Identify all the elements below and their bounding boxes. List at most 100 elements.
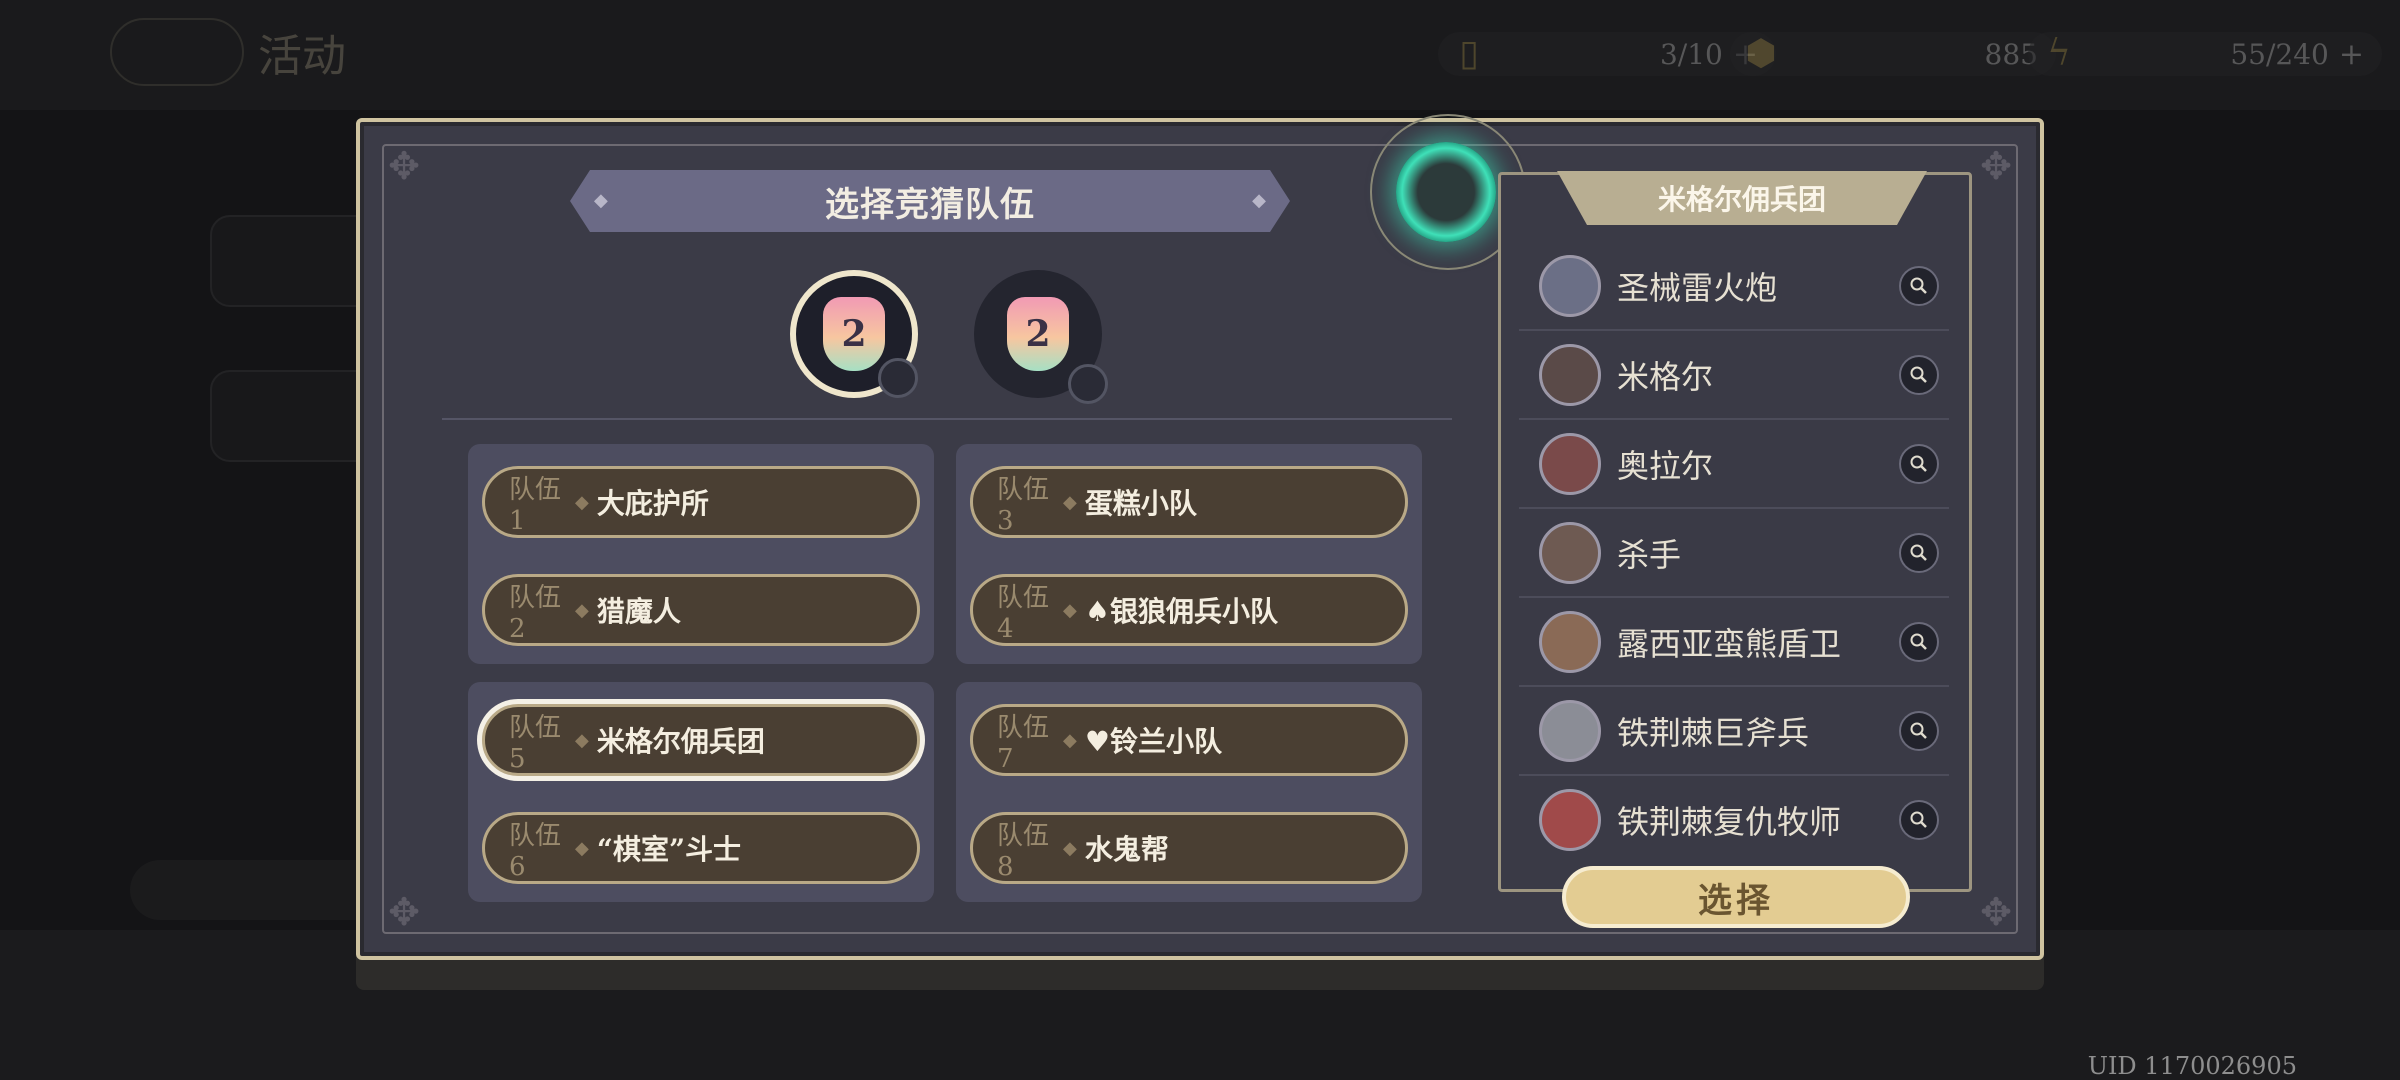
- choose-button-label: 选择: [1698, 880, 1774, 921]
- diamond-icon: ◆: [1063, 837, 1077, 859]
- member-name: 铁荆棘巨斧兵: [1617, 714, 1810, 752]
- roster-member: 露西亚蛮熊盾卫: [1519, 599, 1949, 687]
- avatar: [1539, 344, 1601, 406]
- dialog-title-ribbon: ◆ 选择竞猜队伍 ◆: [570, 170, 1290, 232]
- team-group-3: 队伍5 ◆ 米格尔佣兵团 队伍6 ◆ “棋室”斗士: [468, 682, 934, 902]
- event-emblem: [110, 18, 244, 86]
- medal-badge-icon: 2: [823, 297, 885, 371]
- roster-member: 杀手: [1519, 510, 1949, 598]
- team-option-1[interactable]: 队伍1 ◆ 大庇护所: [482, 466, 920, 538]
- team-name: 猎魔人: [596, 595, 681, 628]
- corner-ornament-icon: ✥: [1980, 890, 2012, 934]
- coin-icon: ⬢: [1745, 32, 1777, 74]
- resource-tickets[interactable]: ▯ 3/10 +: [1438, 32, 1776, 76]
- roster-header: 米格尔佣兵团: [1557, 171, 1927, 225]
- avatar: [1539, 522, 1601, 584]
- team-name: 米格尔佣兵团: [596, 725, 765, 758]
- team-option-6[interactable]: 队伍6 ◆ “棋室”斗士: [482, 812, 920, 884]
- choose-button[interactable]: 选择: [1562, 866, 1910, 928]
- user-id: UID 1170026905: [2087, 1052, 2297, 1080]
- team-group-2: 队伍3 ◆ 蛋糕小队 队伍4 ◆ ♠银狼佣兵小队: [956, 444, 1422, 664]
- team-option-5[interactable]: 队伍5 ◆ 米格尔佣兵团: [482, 704, 920, 776]
- team-code: 队伍4: [997, 582, 1050, 644]
- avatar: [1539, 611, 1601, 673]
- resource-energy[interactable]: ϟ 55/240 +: [2028, 32, 2382, 76]
- dialog-title: 选择竞猜队伍: [825, 184, 1035, 225]
- team-code: 队伍2: [509, 582, 562, 644]
- member-name: 露西亚蛮熊盾卫: [1617, 625, 1842, 663]
- roster-member: 圣械雷火炮: [1519, 243, 1949, 331]
- medal-check-icon: [878, 358, 918, 398]
- team-name: ♠银狼佣兵小队: [1084, 595, 1278, 628]
- corner-ornament-icon: ✥: [388, 890, 420, 934]
- roster-panel: 米格尔佣兵团 圣械雷火炮 米格尔 奥拉尔 杀手 露西亚蛮熊盾卫 铁荆棘巨斧兵 铁…: [1498, 171, 1972, 892]
- roster-member: 奥拉尔: [1519, 421, 1949, 509]
- team-group-4: 队伍7 ◆ ♥铃兰小队 队伍8 ◆ 水鬼帮: [956, 682, 1422, 902]
- event-title: 活动: [110, 18, 346, 86]
- roster-member: 米格尔: [1519, 332, 1949, 420]
- diamond-icon: ◆: [1063, 599, 1077, 621]
- guess-medal-2[interactable]: 2: [974, 270, 1108, 404]
- search-icon[interactable]: [1899, 444, 1939, 484]
- team-name: 大庇护所: [596, 487, 709, 520]
- diamond-icon: ◆: [575, 729, 589, 751]
- search-icon[interactable]: [1899, 622, 1939, 662]
- medal-check-icon: [1068, 364, 1108, 404]
- medal-badge-icon: 2: [1007, 297, 1069, 371]
- member-name: 圣械雷火炮: [1617, 269, 1778, 307]
- diamond-icon: ◆: [594, 190, 608, 211]
- glowing-orb-icon: [1396, 142, 1496, 242]
- team-option-2[interactable]: 队伍2 ◆ 猎魔人: [482, 574, 920, 646]
- diamond-icon: ◆: [1063, 729, 1077, 751]
- medal-number: 2: [1025, 313, 1051, 355]
- diamond-icon: ◆: [1063, 491, 1077, 513]
- team-option-3[interactable]: 队伍3 ◆ 蛋糕小队: [970, 466, 1408, 538]
- ticket-icon: ▯: [1459, 32, 1479, 74]
- search-icon[interactable]: [1899, 533, 1939, 573]
- guess-medal-1[interactable]: 2: [790, 270, 918, 398]
- avatar: [1539, 700, 1601, 762]
- team-code: 队伍7: [997, 712, 1050, 774]
- diamond-icon: ◆: [575, 837, 589, 859]
- team-name: “棋室”斗士: [596, 833, 742, 866]
- team-code: 队伍1: [509, 474, 562, 536]
- divider: [442, 418, 1452, 420]
- search-icon[interactable]: [1899, 266, 1939, 306]
- event-title-text: 活动: [258, 31, 346, 82]
- medal-number: 2: [841, 313, 867, 355]
- add-energy-icon[interactable]: +: [2339, 37, 2364, 72]
- roster-member: 铁荆棘巨斧兵: [1519, 688, 1949, 776]
- team-option-7[interactable]: 队伍7 ◆ ♥铃兰小队: [970, 704, 1408, 776]
- diamond-icon: ◆: [575, 491, 589, 513]
- team-name: 水鬼帮: [1084, 833, 1169, 866]
- team-group-1: 队伍1 ◆ 大庇护所 队伍2 ◆ 猎魔人: [468, 444, 934, 664]
- roster-title: 米格尔佣兵团: [1657, 183, 1826, 216]
- team-code: 队伍8: [997, 820, 1050, 882]
- search-icon[interactable]: [1899, 800, 1939, 840]
- team-name: ♥铃兰小队: [1084, 725, 1222, 758]
- roster-member: 铁荆棘复仇牧师: [1519, 777, 1949, 863]
- avatar: [1539, 433, 1601, 495]
- resource-coins[interactable]: ⬢ 885: [1730, 32, 2056, 76]
- diamond-icon: ◆: [575, 599, 589, 621]
- search-icon[interactable]: [1899, 711, 1939, 751]
- energy-count: 55/240: [2230, 37, 2329, 71]
- team-option-4[interactable]: 队伍4 ◆ ♠银狼佣兵小队: [970, 574, 1408, 646]
- member-name: 米格尔: [1617, 358, 1714, 396]
- team-select-dialog: ✥ ✥ ✥ ✥ ◆ 选择竞猜队伍 ◆ 2 2 队伍1 ◆ 大庇护所 队伍2 ◆ 猎魔人 …: [356, 114, 2044, 960]
- avatar: [1539, 255, 1601, 317]
- team-name: 蛋糕小队: [1084, 487, 1197, 520]
- team-option-8[interactable]: 队伍8 ◆ 水鬼帮: [970, 812, 1408, 884]
- corner-ornament-icon: ✥: [1980, 144, 2012, 188]
- member-name: 杀手: [1617, 536, 1682, 574]
- lightning-icon: ϟ: [2047, 32, 2071, 74]
- diamond-icon: ◆: [1252, 190, 1266, 211]
- avatar: [1539, 789, 1601, 851]
- member-name: 铁荆棘复仇牧师: [1617, 803, 1842, 841]
- ticket-count: 3/10: [1659, 37, 1723, 71]
- search-icon[interactable]: [1899, 355, 1939, 395]
- team-code: 队伍6: [509, 820, 562, 882]
- team-code: 队伍3: [997, 474, 1050, 536]
- team-code: 队伍5: [509, 712, 562, 774]
- member-name: 奥拉尔: [1617, 447, 1714, 485]
